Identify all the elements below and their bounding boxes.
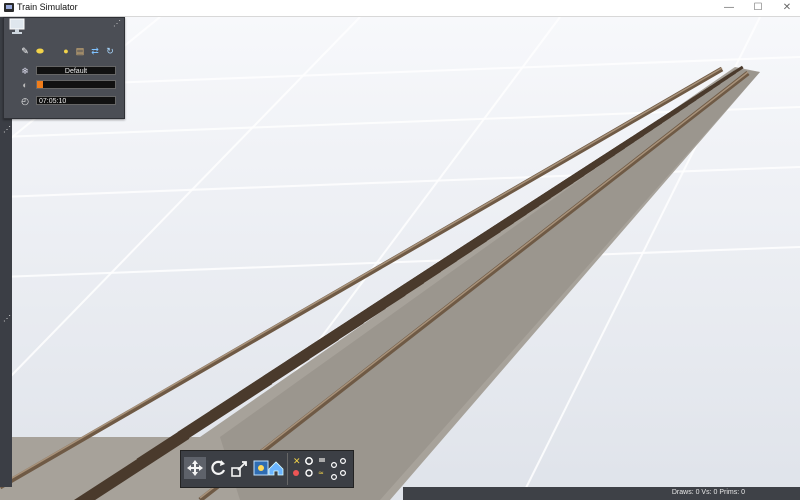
tool-icons-row: ✎ ⬬ ● ▤ ⇄ ↻: [4, 46, 124, 58]
window-title: Train Simulator: [17, 2, 78, 12]
window-titlebar[interactable]: Train Simulator — ☐ ✕: [0, 0, 800, 17]
snap-options-group[interactable]: ✕ ≈: [291, 453, 349, 485]
weather-field[interactable]: Default: [36, 66, 116, 75]
toolbar-divider: [287, 453, 288, 485]
monitor-icon: [9, 18, 25, 34]
status-bar: Draws: 0 Vs: 0 Prims: 0: [403, 487, 800, 500]
pin-icon-lower[interactable]: ⋰: [3, 314, 11, 323]
season-slider[interactable]: [36, 80, 116, 89]
rotate-tool-button[interactable]: [207, 457, 229, 479]
paint-icon[interactable]: ⬬: [35, 46, 45, 56]
pin-icon[interactable]: ⋰: [3, 125, 11, 134]
minimize-button[interactable]: —: [717, 1, 741, 15]
toggle-icon[interactable]: ◐: [20, 80, 30, 90]
scale-tool-button[interactable]: [229, 457, 251, 479]
brush-icon[interactable]: ✎: [20, 46, 30, 56]
clock-icon[interactable]: ◴: [20, 96, 30, 106]
transform-toolbar: ✕ ≈: [180, 450, 354, 488]
sun-icon[interactable]: ●: [61, 46, 71, 56]
weather-row: ❄ Default: [4, 66, 124, 78]
app-icon: [4, 3, 14, 12]
home-button[interactable]: [265, 457, 287, 479]
time-row: ◴ 07:05:10: [4, 96, 124, 108]
svg-text:≈: ≈: [318, 469, 324, 477]
progress-row: ◐: [4, 80, 124, 92]
close-button[interactable]: ✕: [775, 1, 799, 15]
season-slider-fill: [37, 81, 44, 88]
svg-text:✕: ✕: [293, 457, 301, 467]
snowflake-icon[interactable]: ❄: [20, 66, 30, 76]
render-stats: Draws: 0 Vs: 0 Prims: 0: [671, 489, 745, 496]
panel-pin-icon[interactable]: ⋰: [113, 19, 121, 28]
transfer-icon[interactable]: ⇄: [90, 46, 100, 56]
rotate-icon[interactable]: ↻: [105, 46, 115, 56]
maximize-button[interactable]: ☐: [746, 1, 770, 15]
time-field[interactable]: 07:05:10: [36, 96, 116, 105]
environment-panel: ⋰ ✎ ⬬ ● ▤ ⇄ ↻ ❄ Default ◐ ◴ 07:05:10: [3, 17, 125, 119]
move-tool-button[interactable]: [184, 457, 206, 479]
map-icon[interactable]: ▤: [75, 46, 85, 56]
